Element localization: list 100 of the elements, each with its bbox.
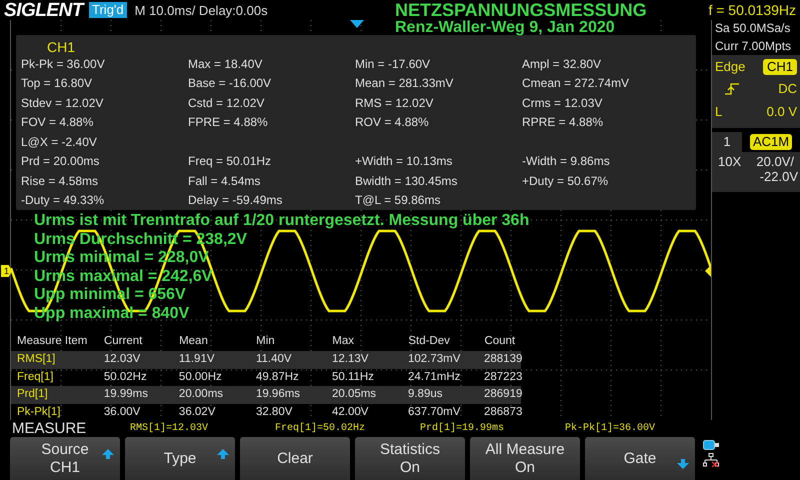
table-cell-text: 50.02Hz [104, 372, 148, 383]
measurement-value: Bwidth = 130.45ms [355, 174, 458, 187]
measurement-value: -Width = 9.86ms [522, 155, 610, 168]
measurement-value: Fall = 4.54ms [188, 174, 260, 187]
measurement-value: Stdev = 12.02V [21, 96, 104, 109]
column-header: Measure Item [17, 336, 88, 348]
measurement-readout: Prd[1]=19.99ms [420, 424, 506, 434]
measurement-value: L@X = -2.40V [21, 136, 97, 148]
trigger-level-icon [705, 265, 711, 277]
trigger-source-badge: CH1 [762, 59, 797, 75]
table-cell-text: 9.89us [408, 389, 444, 400]
measurement-value: Min = -17.60V [355, 58, 430, 70]
table-cell-text: 42.00V [332, 406, 370, 418]
offset-text: -22.0V [760, 169, 798, 184]
column-header: Std-Dev [408, 336, 451, 348]
measurement-value: Cmean = 272.74mV [522, 77, 630, 90]
annotation-text: Urms ist mit Trenntrafo auf 1/20 runtergesetzt. Messung über 36h [34, 212, 530, 231]
trigger-status-badge: Trig'd [89, 2, 127, 18]
table-cell-text: 20.00ms [178, 389, 224, 400]
measurement-value: Freq = 50.01Hz [188, 155, 272, 168]
softkey-button[interactable]: Source CH1 [10, 437, 120, 480]
table-cell-text: Pk-Pk[1] [17, 406, 62, 418]
table-cell-text: 50.00Hz [178, 372, 223, 383]
table-cell-text: 20.05ms [332, 389, 378, 400]
column-header: Min [256, 336, 276, 348]
table-cell-text: 102.73mV [408, 354, 462, 366]
measurement-value: Delay = -59.49ms [188, 194, 282, 206]
title-text: NETZSPANNUNGSMESSUNG [395, 1, 647, 19]
measurement-value: +Duty = 50.67% [522, 174, 608, 187]
table-cell-text: Prd[1] [17, 389, 49, 400]
measurement-value: RPRE = 4.88% [522, 116, 604, 128]
trigger-position-icon [350, 20, 364, 28]
usb-device-icon [703, 440, 719, 450]
channel-marker: 1 [1, 265, 12, 277]
column-header: Mean [179, 336, 209, 348]
measurement-value: Max = 18.40V [188, 58, 262, 70]
measurement-readout: RMS[1]=12.03V [130, 424, 210, 434]
table-cell-text: 637.70mV [408, 406, 462, 418]
measurement-readout: Freq[1]=50.02Hz [275, 424, 366, 434]
softkey-button[interactable]: Type [125, 437, 235, 480]
channel-tab[interactable]: 1 [712, 132, 742, 152]
down-arrow-icon [677, 459, 689, 469]
measurement-value: Rise = 4.58ms [21, 174, 98, 187]
column-header: Count [484, 336, 516, 348]
table-cell-text: RMS[1] [17, 354, 56, 366]
table-cell-text: 32.80V [256, 406, 294, 418]
table-cell-text: 36.02V [178, 406, 216, 418]
measurement-value: FPRE = 4.88% [188, 116, 268, 128]
measurement-value: Prd = 20.00ms [21, 155, 100, 168]
rising-edge-icon [725, 83, 739, 95]
coupling-badge: AC1M [750, 134, 792, 150]
softkey-button[interactable]: Gate [585, 437, 695, 480]
measurement-value: -Duty = 49.33% [21, 194, 104, 206]
menu-title: MEASURE [12, 421, 88, 436]
softkey-button[interactable]: All Measure On [470, 437, 580, 480]
table-cell-text: 11.91V [178, 354, 216, 366]
level-label: L [715, 103, 722, 122]
softkey-button[interactable]: Clear [240, 437, 350, 480]
table-cell-text: 50.11Hz [332, 372, 375, 383]
measurement-value: +Width = 10.13ms [355, 155, 452, 168]
measurement-readout: Pk-Pk[1]=36.00V [565, 424, 656, 434]
column-header: Max [332, 336, 355, 348]
table-cell-text: 19.96ms [256, 389, 302, 400]
up-arrow-icon [217, 449, 229, 459]
table-cell-text: 12.13V [332, 354, 370, 366]
trigger-level-text: 0.0 V [766, 103, 797, 122]
channel-label: CH1 [47, 39, 76, 55]
table-cell: 286919 [484, 389, 521, 400]
table-cell-text: 19.99ms [104, 389, 149, 400]
network-icon [703, 453, 719, 467]
measurement-value: ROV = 4.88% [355, 116, 429, 128]
timebase-text: M 10.0ms/ Delay:0.00s [134, 4, 268, 16]
brand-logo: SIGLENT [4, 0, 84, 20]
measurement-value: FOV = 4.88% [21, 116, 94, 128]
measurement-value: Crms = 12.03V [522, 96, 602, 109]
measurement-value: Ampl = 32.80V [522, 58, 602, 70]
measurement-value: T@L = 59.86ms [355, 194, 440, 206]
measurement-value: Mean = 281.33mV [355, 77, 454, 90]
trigger-type-text: Edge [715, 58, 746, 76]
trigger-coupling-text: DC [778, 80, 797, 98]
frequency-readout: f = 50.0139Hz [708, 3, 796, 17]
probe-text: 10X [718, 154, 742, 169]
table-cell-text: 49.87Hz [256, 372, 300, 383]
table-cell: 288139 [484, 354, 521, 366]
up-arrow-icon [102, 449, 114, 459]
softkey-button[interactable]: Statistics On [355, 437, 465, 480]
column-header: Current [104, 336, 144, 348]
measurement-value: Top = 16.80V [21, 77, 92, 90]
table-cell-text: 36.00V [104, 406, 142, 418]
scale-text: 20.0V/ [756, 154, 794, 169]
table-cell-text: Freq[1] [17, 372, 54, 383]
measurement-value: RMS = 12.02V [355, 96, 434, 109]
table-cell: 287223 [484, 372, 521, 383]
table-cell: 286873 [484, 406, 521, 418]
measurement-value: Pk-Pk = 36.00V [21, 58, 105, 70]
measurement-value: Cstd = 12.02V [188, 96, 264, 109]
table-cell-text: 24.71mHz [408, 372, 462, 383]
measurement-value: Base = -16.00V [188, 77, 272, 90]
table-cell-text: 11.40V [256, 354, 293, 366]
table-cell-text: 12.03V [104, 354, 142, 366]
